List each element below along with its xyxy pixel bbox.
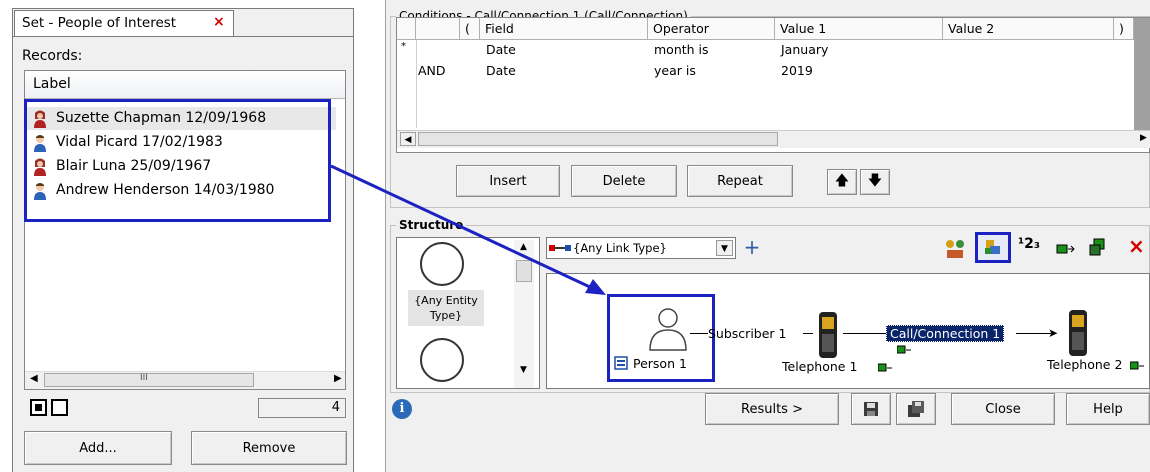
layout-icon[interactable] (975, 232, 1011, 263)
set-tab-title: Set - People of Interest (22, 15, 177, 31)
records-highlight-box (24, 99, 331, 222)
entity-card-icon (614, 356, 628, 370)
arrow-head-icon: ➤ (1048, 326, 1059, 340)
grid-logic-header (416, 18, 460, 40)
remove-button[interactable]: Remove (191, 431, 347, 465)
record-count: 4 (258, 398, 346, 418)
select-all-icon[interactable] (30, 399, 47, 416)
copy-entity-icon[interactable] (1086, 236, 1110, 260)
condition-logic[interactable]: AND (418, 63, 446, 78)
grid-vertical-scrollbar[interactable] (1134, 18, 1150, 130)
subscriber-link-label[interactable]: Subscriber 1 (708, 326, 786, 341)
telephone-icon[interactable] (1066, 310, 1090, 356)
tab-divider (12, 36, 354, 37)
telephone1-label[interactable]: Telephone 1 (782, 359, 857, 374)
move-down-button[interactable]: 🡇 (860, 169, 890, 195)
grid-scroll-thumb[interactable] (418, 132, 778, 146)
numbering-icon[interactable]: ¹2₃ (1018, 236, 1046, 260)
grid-scroll-left-icon[interactable]: ◀ (400, 132, 416, 146)
link-type-icon (549, 245, 571, 251)
arrow-up-icon: 🡅 (834, 173, 850, 189)
any-entity-type-label[interactable]: {Any Entity Type} (408, 290, 484, 326)
condition-value1[interactable]: 2019 (781, 63, 813, 78)
telephone-icon[interactable] (816, 312, 840, 358)
scroll-up-icon[interactable]: ▲ (520, 242, 527, 252)
grid-header-close-paren[interactable]: ) (1114, 18, 1134, 40)
link-type-select[interactable]: {Any Link Type} (546, 237, 736, 259)
close-tab-icon[interactable]: × (213, 14, 225, 30)
info-icon[interactable]: i (392, 399, 412, 419)
chevron-down-icon[interactable]: ▼ (716, 240, 733, 256)
entity-add-icon (1130, 361, 1144, 370)
person-entity-icon[interactable] (646, 304, 690, 352)
arrow-down-icon: 🡇 (867, 173, 883, 189)
move-up-button[interactable]: 🡅 (827, 169, 857, 195)
save-button[interactable] (851, 393, 891, 425)
row-marker: * (401, 41, 406, 52)
scroll-grip: III (140, 373, 148, 383)
delete-icon[interactable]: × (1128, 234, 1150, 258)
save-as-icon (908, 401, 924, 417)
condition-operator[interactable]: month is (654, 42, 709, 57)
link-type-value: {Any Link Type} (573, 241, 667, 255)
condition-field[interactable]: Date (486, 63, 516, 78)
scroll-down-icon[interactable]: ▼ (520, 365, 527, 375)
close-button[interactable]: Close (951, 393, 1055, 425)
grid-scroll-right-icon[interactable]: ▶ (1140, 133, 1147, 143)
add-entity-icon[interactable] (1054, 238, 1076, 260)
telephone2-label[interactable]: Telephone 2 (1047, 357, 1122, 372)
grid-header-field[interactable]: Field (480, 18, 648, 40)
scroll-thumb[interactable] (44, 373, 254, 387)
add-button[interactable]: Add... (24, 431, 172, 465)
grid-header-value1[interactable]: Value 1 (775, 18, 943, 40)
column-header-label[interactable]: Label (25, 71, 345, 99)
person-label[interactable]: Person 1 (633, 356, 687, 371)
save-as-button[interactable] (896, 393, 936, 425)
network-icon[interactable] (942, 235, 968, 261)
grid-line (416, 40, 417, 128)
delete-button[interactable]: Delete (571, 165, 677, 197)
set-tab[interactable]: Set - People of Interest × (14, 10, 234, 36)
condition-operator[interactable]: year is (654, 63, 696, 78)
select-none-icon[interactable] (51, 399, 68, 416)
link-line (803, 333, 813, 334)
grid-header-open-paren[interactable]: ( (460, 18, 480, 40)
entity-scroll-thumb[interactable] (516, 260, 532, 282)
entity-add-icon (897, 345, 911, 354)
scroll-right-icon[interactable]: ▶ (334, 373, 342, 384)
structure-title: Structure (396, 218, 467, 232)
link-line (843, 333, 886, 334)
call-link-label[interactable]: Call/Connection 1 (886, 325, 1005, 342)
grid-header-operator[interactable]: Operator (648, 18, 775, 40)
condition-value1[interactable]: January (781, 42, 828, 57)
link-line (690, 333, 708, 334)
save-icon (864, 402, 878, 416)
entity-add-icon (878, 363, 892, 372)
add-link-icon[interactable]: + (741, 237, 763, 259)
insert-button[interactable]: Insert (456, 165, 560, 197)
scroll-left-icon[interactable]: ◀ (30, 373, 38, 384)
entity-circle-icon[interactable] (420, 242, 464, 286)
repeat-button[interactable]: Repeat (687, 165, 793, 197)
grid-header-value2[interactable]: Value 2 (943, 18, 1114, 40)
results-button[interactable]: Results > (705, 393, 839, 425)
help-button[interactable]: Help (1066, 393, 1150, 425)
condition-field[interactable]: Date (486, 42, 516, 57)
entity-circle-icon[interactable] (420, 338, 464, 382)
grid-row-header (397, 18, 416, 40)
records-label: Records: (22, 48, 83, 64)
